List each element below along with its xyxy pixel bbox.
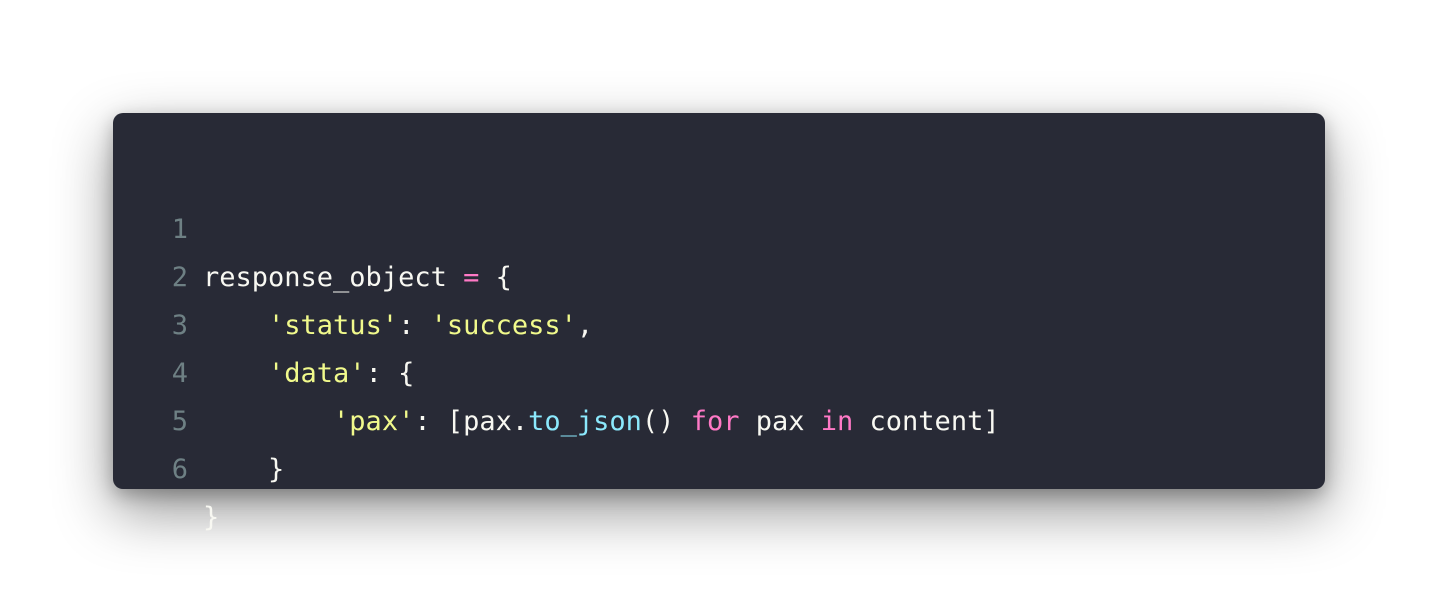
line-code: } xyxy=(203,446,284,494)
code-block: 1 response_object = { 2 'status': 'succe… xyxy=(113,113,1325,533)
code-line: 2 'status': 'success', xyxy=(113,206,1325,341)
code-token: } xyxy=(203,454,285,485)
line-number: 6 xyxy=(171,454,188,485)
code-line: 4 'pax': [pax.to_json() for pax in conte… xyxy=(113,302,1325,437)
code-line: 1 response_object = { xyxy=(113,158,1325,293)
code-line: 5 } xyxy=(113,350,1325,485)
code-line: 6 } xyxy=(113,398,1325,533)
code-line: 3 'data': { xyxy=(113,254,1325,389)
stage: 1 response_object = { 2 'status': 'succe… xyxy=(0,0,1438,602)
code-token: } xyxy=(203,502,220,533)
line-code: } xyxy=(203,494,219,542)
